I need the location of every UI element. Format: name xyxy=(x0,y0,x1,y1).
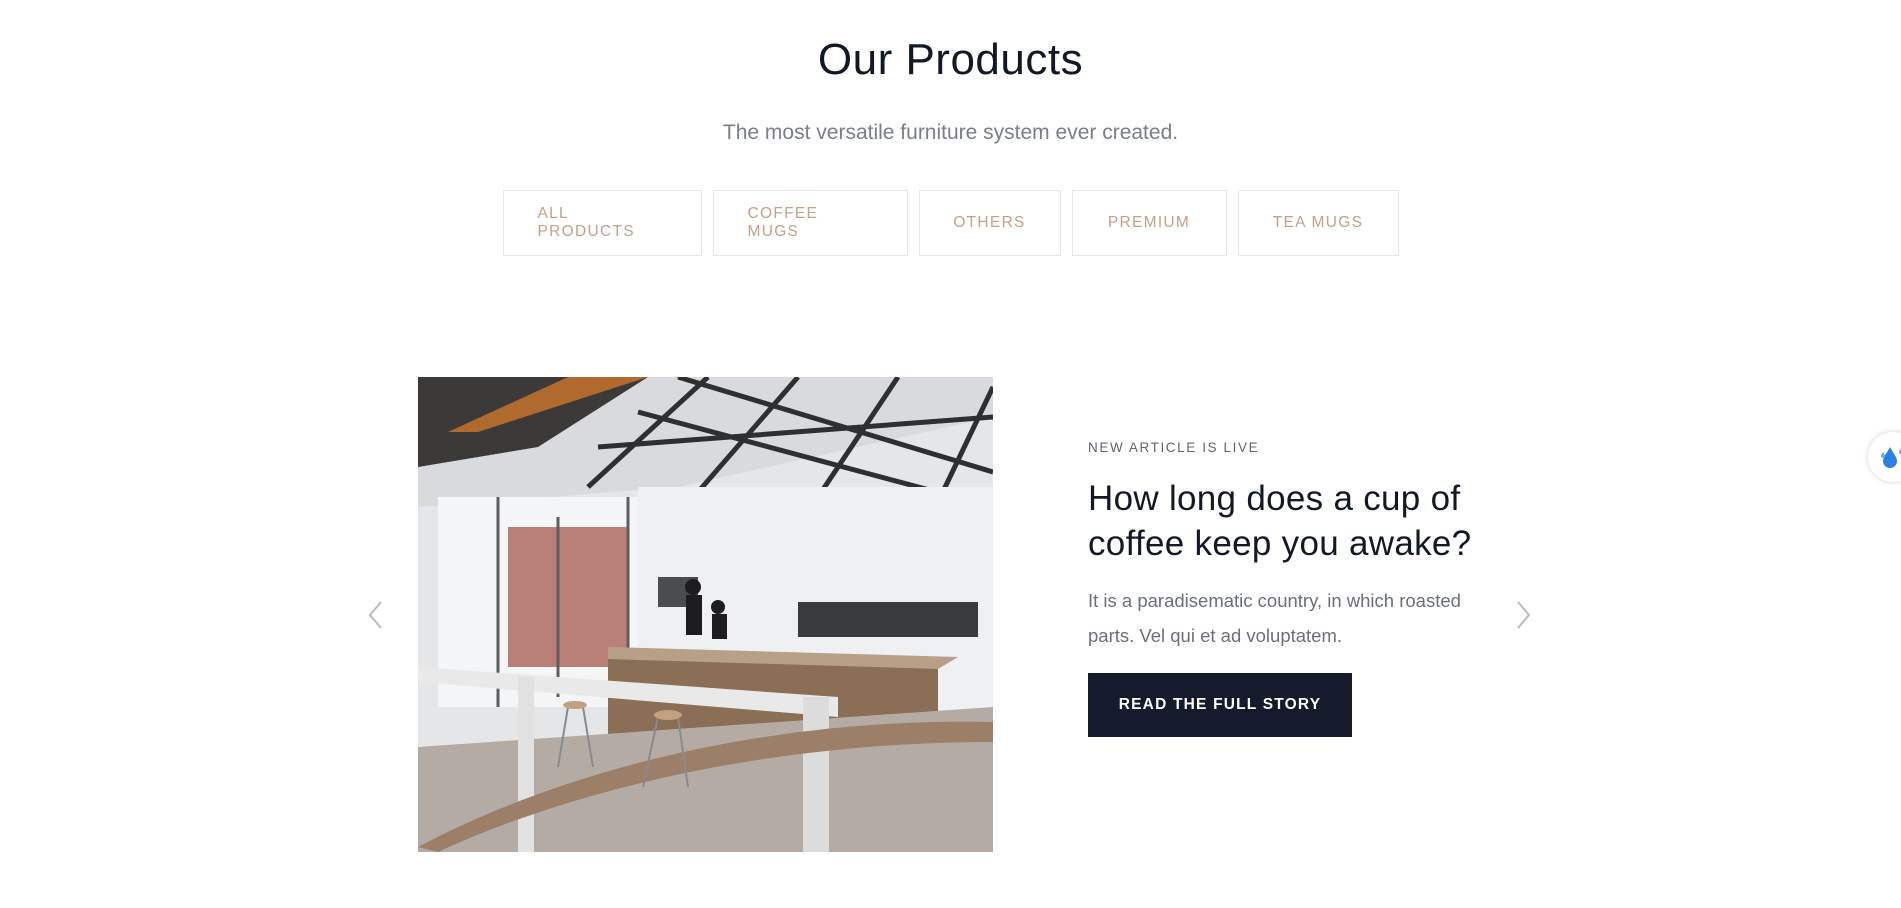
page-title: Our Products xyxy=(817,35,1084,84)
read-full-story-button[interactable]: READ THE FULL STORY xyxy=(1088,673,1352,737)
filter-others-button[interactable]: OTHERS xyxy=(918,190,1061,256)
coffee-shop-interior-photo xyxy=(418,377,993,852)
article-kicker: NEW ARTICLE IS LIVE xyxy=(1088,440,1260,455)
article-photo xyxy=(418,377,993,852)
filter-tea-mugs-button[interactable]: TEA MUGS xyxy=(1237,190,1399,256)
article-excerpt: It is a paradisematic country, in which … xyxy=(1088,590,1461,646)
slider-next-button[interactable] xyxy=(1511,598,1535,632)
side-widget-button[interactable] xyxy=(1868,432,1901,482)
filter-premium-button[interactable]: PREMIUM xyxy=(1071,190,1227,256)
page: Our Products The most versatile furnitur… xyxy=(0,0,1901,908)
article-headline[interactable]: How long does a cup of coffee keep you a… xyxy=(1088,476,1508,566)
chevron-left-icon xyxy=(368,601,382,629)
page-subtitle: The most versatile furniture system ever… xyxy=(722,121,1179,144)
chevron-right-icon xyxy=(1517,601,1531,629)
slider-prev-button[interactable] xyxy=(364,598,388,632)
product-filter-bar: ALL PRODUCTS COFFEE MUGS OTHERS PREMIUM … xyxy=(0,190,1901,256)
filter-all-products-button[interactable]: ALL PRODUCTS xyxy=(502,190,702,256)
filter-coffee-mugs-button[interactable]: COFFEE MUGS xyxy=(712,190,908,256)
water-drops-icon xyxy=(1881,447,1901,468)
featured-article: NEW ARTICLE IS LIVE How long does a cup … xyxy=(1088,440,1508,737)
